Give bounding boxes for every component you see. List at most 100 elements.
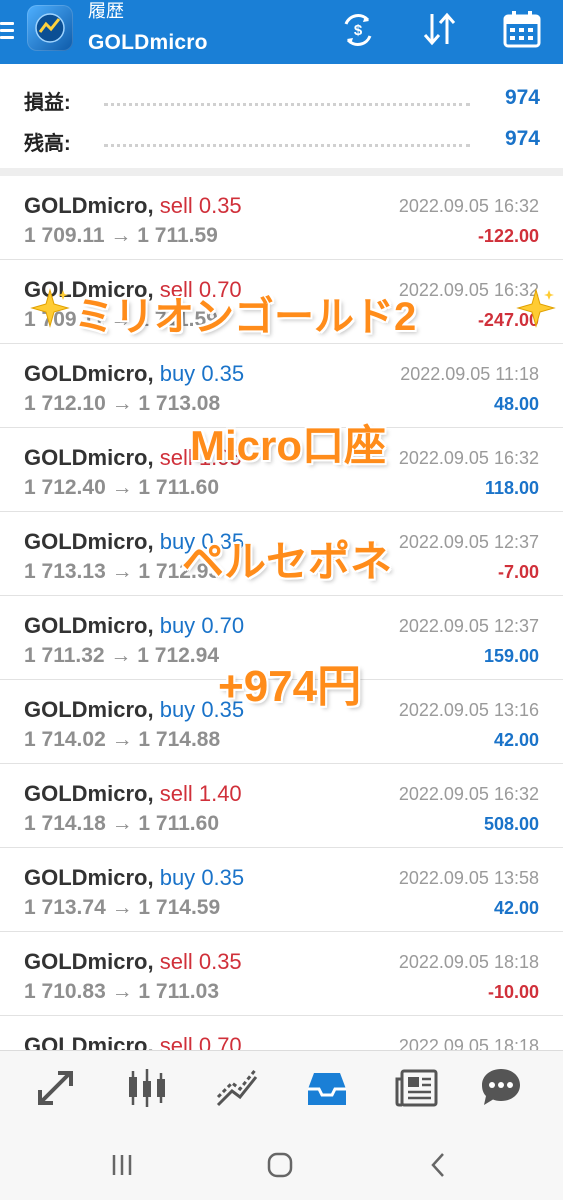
deal-side: buy <box>159 361 196 386</box>
deal-prices: 1 709.11 → 1 711.59 <box>24 224 218 247</box>
system-nav-bar <box>0 1126 563 1200</box>
deal-prices: 1 714.18 → 1 711.60 <box>24 812 219 835</box>
menu-icon[interactable] <box>0 16 16 46</box>
back-icon[interactable] <box>424 1150 454 1180</box>
deal-row[interactable]: GOLDmicro, buy 0.35 1 713.74 → 1 714.59 20… <box>0 848 563 932</box>
app-header: 履歴 GOLDmicro $ <box>0 0 563 64</box>
page-title: 履歴 <box>88 1 124 21</box>
profit-value: 974 <box>504 86 540 109</box>
deal-profit: 48.00 <box>493 394 539 414</box>
deal-volume: 0.70 <box>198 1033 242 1050</box>
deal-row[interactable]: GOLDmicro, sell 1.40 1 714.18 → 1 711.60 2… <box>0 764 563 848</box>
deal-side: sell <box>159 949 193 974</box>
deal-profit: -7.00 <box>497 562 539 582</box>
deal-title: GOLDmicro, sell 0.35 <box>24 949 242 975</box>
balance-row: 残高: 974 <box>24 127 540 157</box>
symbol-subtitle: GOLDmicro <box>88 31 208 54</box>
deal-profit: 508.00 <box>483 814 539 834</box>
deal-title: GOLDmicro, buy 0.35 <box>24 865 244 891</box>
balance-label: 残高: <box>24 133 71 155</box>
sparkles-icon <box>516 288 556 338</box>
deal-row[interactable]: GOLDmicro, sell 0.35 1 709.11 → 1 711.59 2… <box>0 176 563 260</box>
sparkles-icon <box>30 288 70 338</box>
overlay-line2: Micro口座 <box>190 422 387 469</box>
deal-time: 2022.09.05 13:16 <box>398 700 539 720</box>
deal-row[interactable]: GOLDmicro, sell 0.35 1 710.83 → 1 711.03 2… <box>0 932 563 1016</box>
deal-profit: 159.00 <box>483 646 539 666</box>
deal-side: sell <box>159 445 193 470</box>
overlay-line3: ペルセポネ <box>182 538 393 585</box>
deal-prices: 1 713.74 → 1 714.59 <box>24 896 221 919</box>
svg-text:$: $ <box>354 22 363 39</box>
deal-profit: -10.00 <box>487 982 539 1002</box>
deal-time: 2022.09.05 12:37 <box>398 532 539 552</box>
recents-icon[interactable] <box>108 1150 138 1180</box>
deal-symbol: GOLDmicro, <box>24 613 154 638</box>
deal-symbol: GOLDmicro, <box>24 361 154 386</box>
overlay-line4: +974円 <box>218 662 362 711</box>
chat-icon[interactable] <box>478 1065 524 1111</box>
overlay-line1: ミリオンゴールド2 <box>74 295 417 339</box>
deal-title: GOLDmicro, sell 0.35 <box>24 193 242 219</box>
deal-row[interactable]: GOLDmicro, sell 0.70 2022.09.05 18:18 <box>0 1016 563 1050</box>
deal-time: 2022.09.05 16:32 <box>398 196 539 216</box>
deal-volume: 1.40 <box>198 781 242 806</box>
deal-time: 2022.09.05 16:32 <box>398 448 539 468</box>
deal-profit: -122.00 <box>477 226 539 246</box>
deal-volume: 0.35 <box>198 949 242 974</box>
trade-icon[interactable] <box>214 1065 260 1111</box>
deal-side: buy <box>159 865 196 890</box>
quotes-icon[interactable] <box>34 1065 80 1111</box>
deal-time: 2022.09.05 11:18 <box>400 364 539 384</box>
deal-prices: 1 710.83 → 1 711.03 <box>24 980 219 1003</box>
deal-time: 2022.09.05 12:37 <box>398 616 539 636</box>
deal-time: 2022.09.05 13:58 <box>398 868 539 888</box>
calendar-icon[interactable] <box>500 8 544 52</box>
deal-prices: 1 711.32 → 1 712.94 <box>24 644 219 667</box>
balance-value: 974 <box>504 127 540 150</box>
deal-symbol: GOLDmicro, <box>24 445 154 470</box>
deal-time: 2022.09.05 16:32 <box>398 784 539 804</box>
deal-symbol: GOLDmicro, <box>24 949 154 974</box>
chart-candles-icon[interactable] <box>124 1065 170 1111</box>
dotted-leader <box>104 103 470 106</box>
deal-time: 2022.09.05 18:18 <box>398 1036 539 1050</box>
deal-time: 2022.09.05 18:18 <box>398 952 539 972</box>
deal-symbol: GOLDmicro, <box>24 193 154 218</box>
news-icon[interactable] <box>394 1065 440 1111</box>
deal-symbol: GOLDmicro, <box>24 865 154 890</box>
profit-row: 損益: 974 <box>24 86 540 116</box>
deal-profit: 118.00 <box>484 478 539 498</box>
deal-profit: 42.00 <box>493 898 539 918</box>
deal-volume: 0.35 <box>201 865 245 890</box>
deal-side: sell <box>159 1033 193 1050</box>
deal-symbol: GOLDmicro, <box>24 697 154 722</box>
history-inbox-icon[interactable] <box>304 1065 350 1111</box>
deal-title: GOLDmicro, buy 0.35 <box>24 361 244 387</box>
deal-volume: 0.35 <box>201 361 245 386</box>
deal-volume: 0.70 <box>201 613 245 638</box>
home-icon[interactable] <box>265 1150 295 1180</box>
summary-panel: 損益: 974 残高: 974 <box>0 64 563 168</box>
deal-symbol: GOLDmicro, <box>24 1033 154 1050</box>
deal-title: GOLDmicro, sell 1.40 <box>24 781 242 807</box>
deal-symbol: GOLDmicro, <box>24 529 154 554</box>
deal-prices: 1 714.02 → 1 714.88 <box>24 728 221 751</box>
deal-side: buy <box>159 697 196 722</box>
deal-title: GOLDmicro, buy 0.35 <box>24 697 244 723</box>
deal-title: GOLDmicro, sell 0.70 <box>24 1033 242 1050</box>
deal-prices: 1 712.40 → 1 711.60 <box>24 476 219 499</box>
currency-exchange-icon[interactable]: $ <box>336 8 380 52</box>
sort-icon[interactable] <box>418 8 462 52</box>
deal-profit: 42.00 <box>493 730 539 750</box>
deal-side: sell <box>159 193 193 218</box>
deal-side: sell <box>159 781 193 806</box>
deal-title: GOLDmicro, buy 0.70 <box>24 613 244 639</box>
section-divider <box>0 168 563 176</box>
profit-label: 損益: <box>24 92 71 114</box>
deal-volume: 0.35 <box>198 193 242 218</box>
app-logo <box>27 5 73 51</box>
deal-side: buy <box>159 613 196 638</box>
deal-symbol: GOLDmicro, <box>24 781 154 806</box>
bottom-nav <box>0 1050 563 1127</box>
